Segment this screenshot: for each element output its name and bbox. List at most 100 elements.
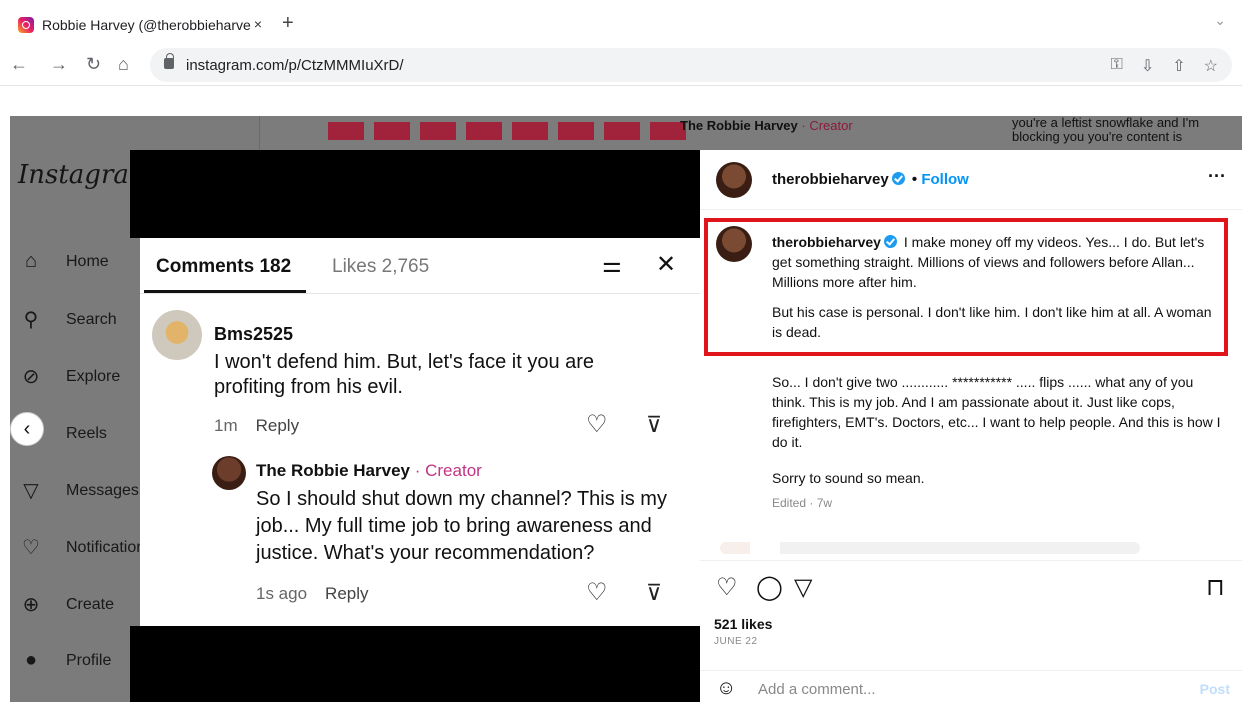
- sidebar-label: Messages: [66, 481, 139, 499]
- sidebar-item-notifications[interactable]: ♡ Notifications: [18, 535, 153, 560]
- url-text: instagram.com/p/CtzMMMIuXrD/: [186, 56, 404, 74]
- back-arrow-icon[interactable]: ←: [10, 54, 28, 75]
- tab-likes[interactable]: Likes 2,765: [332, 256, 429, 278]
- dimmed-creator-name: The Robbie Harvey · Creator: [680, 118, 853, 133]
- address-bar-row: ← → ↻ ⌂ instagram.com/p/CtzMMMIuXrD/ ⚿ ⇩…: [0, 44, 1242, 86]
- post-username[interactable]: therobbieharvey: [772, 171, 889, 188]
- bar: [374, 122, 410, 140]
- verified-badge-icon: [883, 235, 897, 248]
- sidebar-item-home[interactable]: ⌂ Home: [18, 250, 109, 273]
- dimmed-chart-bars: [328, 122, 686, 140]
- comments-tabs: Comments 182 Likes 2,765 ⚌ ✕: [140, 238, 700, 294]
- tab-title: Robbie Harvey (@therobbieharve: [42, 17, 251, 33]
- send-icon: ▽: [23, 480, 39, 502]
- reply-time: 1s ago: [256, 584, 308, 603]
- reply-username[interactable]: The Robbie Harvey · Creator: [256, 461, 482, 481]
- previous-post-arrow-icon[interactable]: ‹: [10, 412, 44, 446]
- reply-link[interactable]: Reply: [325, 584, 368, 603]
- avatar: [212, 456, 246, 490]
- sidebar-item-explore[interactable]: ⊘ Explore: [18, 364, 121, 389]
- profile-avatar-icon: ●: [24, 649, 38, 671]
- url-field[interactable]: instagram.com/p/CtzMMMIuXrD/ ⚿ ⇩ ⇧ ☆: [150, 48, 1232, 82]
- caption-paragraph-4: Sorry to sound so mean.: [772, 470, 925, 486]
- instagram-favicon-icon: [18, 17, 34, 33]
- avatar[interactable]: [716, 162, 752, 198]
- share-send-icon[interactable]: ▽: [794, 573, 812, 602]
- page-viewport: Instagram ⌂Home ⚲Search ⊘Explore ▶Reels …: [10, 116, 1242, 702]
- active-tab-underline: [144, 290, 306, 293]
- sidebar-item-create[interactable]: ⊕ Create: [18, 592, 114, 617]
- dislike-icon[interactable]: ⊽: [646, 412, 662, 438]
- reply-text: So I should shut down my channel? This i…: [256, 488, 667, 564]
- video-letterbox-bottom: [130, 626, 700, 702]
- bar: [558, 122, 594, 140]
- post-date: JUNE 22: [714, 636, 758, 647]
- sidebar-label: Reels: [66, 424, 107, 442]
- comment-input[interactable]: Add a comment...: [758, 681, 876, 698]
- comment-username[interactable]: Bms2525: [214, 324, 293, 345]
- bar: [604, 122, 640, 140]
- caption-paragraph-2: But his case is personal. I don't like h…: [772, 304, 1212, 340]
- sidebar-label: Profile: [66, 651, 112, 669]
- follow-button[interactable]: Follow: [921, 171, 969, 188]
- close-icon[interactable]: ✕: [656, 250, 676, 279]
- verified-badge-icon: [891, 172, 905, 185]
- install-icon[interactable]: ⇩: [1141, 56, 1154, 76]
- new-tab-button[interactable]: +: [282, 12, 294, 35]
- reply-link[interactable]: Reply: [256, 416, 299, 435]
- plus-square-icon: ⊕: [22, 594, 40, 616]
- comment-time: 1m: [214, 416, 238, 435]
- sidebar-item-search[interactable]: ⚲ Search: [18, 307, 117, 332]
- sidebar-item-profile[interactable]: ● Profile: [18, 649, 111, 672]
- lock-icon: [164, 53, 174, 69]
- share-icon[interactable]: ⇧: [1172, 56, 1185, 76]
- tab-close-icon[interactable]: ×: [254, 16, 262, 32]
- bar: [512, 122, 548, 140]
- post-author: therobbieharvey • Follow: [772, 171, 969, 188]
- likes-count[interactable]: 521 likes: [714, 616, 772, 632]
- heart-icon[interactable]: ♡: [586, 410, 608, 439]
- creator-badge: · Creator: [801, 118, 853, 133]
- more-options-icon[interactable]: ···: [1208, 166, 1226, 187]
- separator-dot: •: [911, 171, 918, 188]
- key-icon[interactable]: ⚿: [1111, 56, 1123, 76]
- post-button[interactable]: Post: [1200, 681, 1230, 697]
- comment-text: I won't defend him. But, let's face it y…: [214, 351, 595, 398]
- search-icon: ⚲: [23, 309, 39, 331]
- home-icon: ⌂: [24, 250, 38, 272]
- caption-paragraph-1: therobbieharvey I make money off my vide…: [772, 232, 1224, 292]
- avatar: [152, 310, 202, 360]
- reload-icon[interactable]: ↻: [86, 54, 101, 75]
- sidebar-item-messages[interactable]: ▽ Messages: [18, 478, 139, 503]
- bookmark-star-icon[interactable]: ☆: [1204, 56, 1218, 76]
- bar: [466, 122, 502, 140]
- browser-tab[interactable]: Robbie Harvey (@therobbieharve ×: [8, 8, 270, 42]
- dislike-icon[interactable]: ⊽: [646, 580, 662, 606]
- tab-search-chevron-icon[interactable]: ⌄: [1214, 12, 1226, 29]
- forward-arrow-icon[interactable]: →: [50, 54, 68, 75]
- comment-bubble-icon[interactable]: ◯: [756, 573, 783, 602]
- like-heart-icon[interactable]: ♡: [716, 573, 738, 602]
- post-side-panel: therobbieharvey • Follow ··· therobbieha…: [700, 150, 1242, 702]
- tab-comments[interactable]: Comments 182: [156, 256, 291, 278]
- filter-sliders-icon[interactable]: ⚌: [602, 252, 622, 278]
- emoji-icon[interactable]: ☺: [716, 677, 736, 700]
- sidebar-label: Search: [66, 310, 117, 328]
- caption-username[interactable]: therobbieharvey: [772, 234, 881, 250]
- sidebar-label: Explore: [66, 367, 121, 385]
- reply-meta: 1s ago Reply: [256, 584, 369, 604]
- save-bookmark-icon[interactable]: ⊓: [1206, 573, 1225, 602]
- browser-tab-strip: Robbie Harvey (@therobbieharve × + ⌄: [0, 0, 1242, 44]
- sidebar-label: Create: [66, 595, 115, 613]
- dimmed-comment-text: you're a leftist snowflake and I'm block…: [1012, 116, 1200, 144]
- creator-badge: · Creator: [414, 461, 482, 480]
- heart-icon: ♡: [22, 537, 40, 559]
- post-header: therobbieharvey • Follow ···: [700, 150, 1242, 210]
- avatar[interactable]: [716, 226, 752, 262]
- bar: [328, 122, 364, 140]
- bar: [420, 122, 456, 140]
- heart-icon[interactable]: ♡: [586, 578, 608, 607]
- caption-paragraph-3: So... I don't give two ............ ****…: [772, 374, 1221, 450]
- faded-comment-row: [720, 542, 1140, 554]
- home-icon[interactable]: ⌂: [118, 54, 129, 75]
